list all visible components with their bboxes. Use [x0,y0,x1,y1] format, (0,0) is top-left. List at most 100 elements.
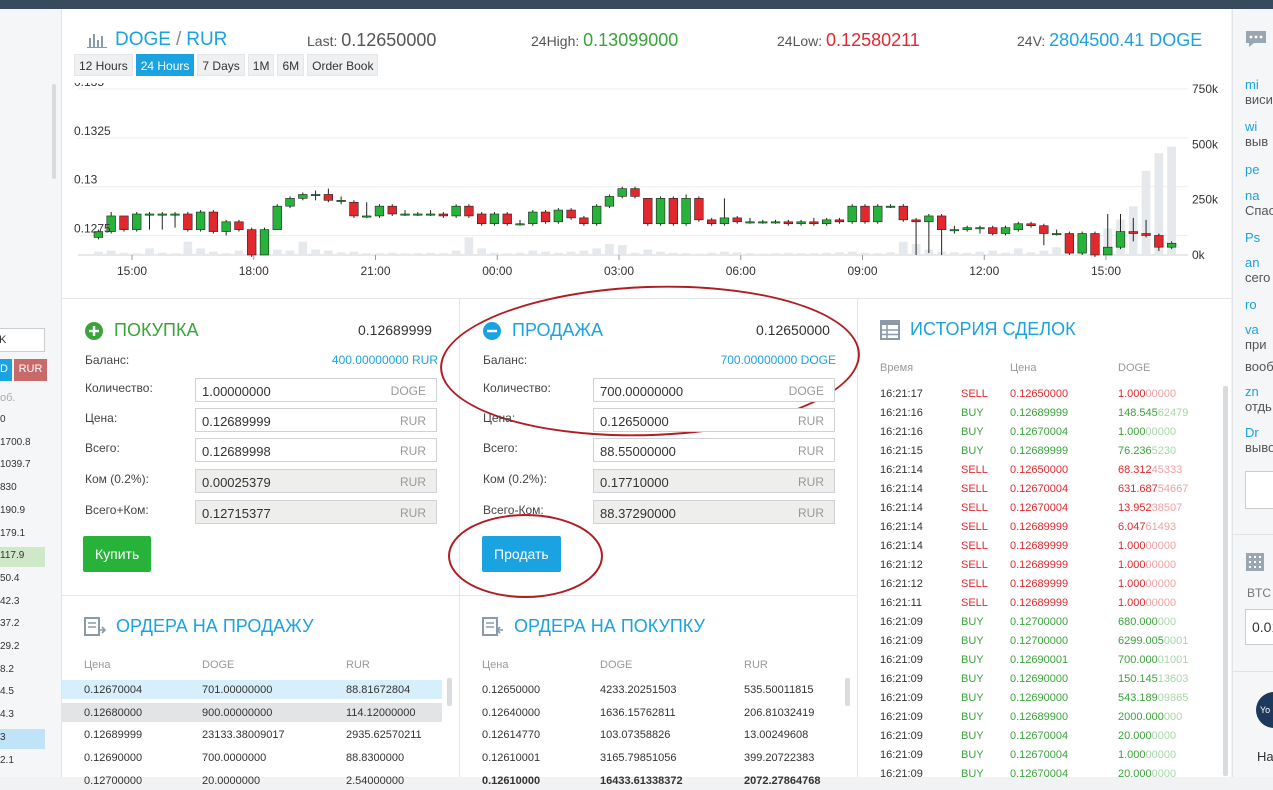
candle-body[interactable] [1039,225,1049,234]
candle-body[interactable] [643,198,653,225]
candle-body[interactable] [132,213,142,230]
candle-body[interactable] [924,215,934,223]
market-volume-value[interactable]: 42.3 [0,593,45,613]
candle-body[interactable] [885,205,896,208]
order-row[interactable]: 0.12610000 16433.61338372 2072.27864768 [460,771,840,790]
market-search-input[interactable]: K [0,328,45,352]
tab-order-book[interactable]: Order Book [307,54,379,76]
market-volume-value[interactable]: 4.5 [0,683,45,703]
candle-body[interactable] [719,217,730,225]
market-volume-value[interactable]: 830 [0,479,45,499]
candle-body[interactable] [1103,246,1113,256]
chat-username[interactable]: na [1245,188,1259,203]
candle-body[interactable] [1115,231,1126,248]
buy-balance-value[interactable]: 400.00000000 RUR [262,353,438,367]
candle-body[interactable] [502,213,512,225]
market-volume-value[interactable]: 1039.7 [0,456,45,476]
candle-body[interactable] [681,198,691,225]
candle-body[interactable] [425,213,436,216]
market-volume-value[interactable]: 37.2 [0,615,45,635]
sell-field-1-input[interactable]: 0.12650000 RUR [593,408,835,432]
candle-body[interactable] [298,194,308,199]
candle-body[interactable] [1000,227,1011,234]
buy-field-2-input[interactable]: 0.12689998 RUR [195,438,437,462]
candle-body[interactable] [1128,231,1138,234]
buy-orders-scrollbar[interactable] [845,678,850,706]
chat-username[interactable]: zn [1245,384,1259,399]
chat-username[interactable]: Dr [1245,425,1259,440]
candle-body[interactable] [400,213,410,216]
candle-body[interactable] [144,213,155,216]
tab-12-hours[interactable]: 12 Hours [74,54,133,76]
order-row[interactable]: 0.12690000 700.0000000 88.8300000 [62,748,442,767]
candle-body[interactable] [579,217,589,225]
market-tab-rur[interactable]: RUR [14,359,47,381]
market-volume-value[interactable]: 179.1 [0,525,45,545]
order-row[interactable]: 0.12700000 20.0000000 2.54000000 [62,771,442,790]
candle-body[interactable] [988,227,998,234]
candle-body[interactable] [515,223,525,226]
chat-username[interactable]: pe [1245,162,1259,177]
candle-body[interactable] [247,229,257,256]
candle-body[interactable] [1064,233,1075,254]
candle-body[interactable] [451,205,461,217]
candle-body[interactable] [438,213,448,217]
candle-body[interactable] [630,188,640,197]
candle-body[interactable] [847,205,857,223]
candle-body[interactable] [489,213,500,225]
market-volume-value[interactable]: 4.3 [0,706,45,726]
market-volume-value[interactable]: 117.9 [0,547,45,568]
candle-body[interactable] [540,211,551,223]
sidebar-scrollbar[interactable] [52,84,56,179]
candle-body[interactable] [336,200,346,202]
order-row[interactable]: 0.12650000 4233.20251503 535.50011815 [460,680,840,699]
candle-body[interactable] [949,229,960,232]
tab-24-hours[interactable]: 24 Hours [135,54,195,76]
pair-quote[interactable]: RUR [186,29,227,51]
market-volume-value[interactable]: 1700.8 [0,434,45,454]
chat-username[interactable]: Ps [1245,230,1260,245]
candle-body[interactable] [234,221,244,230]
price-chart[interactable]: 0.135 0.1325 0.13 0.1275 750k 500k 250k 0k 15:00… [62,83,1231,293]
candle-body[interactable] [362,215,372,218]
candle-body[interactable] [566,209,576,219]
chat-input[interactable] [1245,471,1273,509]
candle-body[interactable] [119,215,129,230]
market-volume-value[interactable]: 190.9 [0,502,45,522]
buy-field-0-input[interactable]: 1.00000000 DOGE [195,378,437,402]
tab-7-days[interactable]: 7 Days [197,54,245,76]
candle-body[interactable] [758,221,768,224]
candle-body[interactable] [770,221,781,224]
candle-body[interactable] [592,205,602,225]
candle-body[interactable] [1013,223,1023,230]
candle-body[interactable] [668,198,678,225]
candle-body[interactable] [796,221,806,225]
tab-6m[interactable]: 6M [277,54,305,76]
market-volume-value[interactable]: 2.1 [0,752,45,772]
candle-body[interactable] [1141,233,1151,236]
candle-body[interactable] [477,213,487,225]
order-row[interactable]: 0.12614770 103.07358826 13.00249608 [460,725,840,744]
candle-body[interactable] [349,201,359,217]
candle-body[interactable] [873,205,883,223]
candle-body[interactable] [528,211,538,225]
candle-body[interactable] [604,196,615,207]
candle-body[interactable] [783,221,793,225]
chat-username[interactable]: an [1245,255,1259,270]
buy-button[interactable]: Купить [83,536,152,572]
market-volume-value[interactable]: 0 [0,411,45,431]
candle-body[interactable] [1154,235,1164,248]
candle-body[interactable] [822,219,832,225]
chat-username[interactable]: va [1245,322,1259,337]
candle-body[interactable] [323,194,334,201]
candle-body[interactable] [732,217,742,223]
candle-body[interactable] [617,188,627,197]
candle-body[interactable] [285,198,295,207]
candle-body[interactable] [745,221,755,224]
candle-body[interactable] [1166,242,1177,248]
candle-body[interactable] [936,215,947,230]
order-row[interactable]: 0.12610001 3165.79851056 399.20722383 [460,748,840,767]
candle-body[interactable] [1051,233,1062,236]
candle-body[interactable] [170,213,180,216]
candle-body[interactable] [413,213,423,216]
